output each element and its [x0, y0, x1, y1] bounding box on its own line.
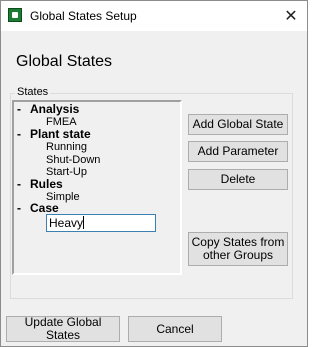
- title-bar: Global States Setup ✕: [1, 1, 307, 31]
- copy-states-label-line2: other Groups: [202, 248, 274, 262]
- tree-item-running[interactable]: Running: [46, 141, 87, 154]
- states-group-label: States: [15, 86, 51, 98]
- tree-category-analysis[interactable]: Analysis: [30, 103, 79, 116]
- collapse-icon[interactable]: -: [17, 128, 21, 141]
- page-title: Global States: [16, 53, 113, 70]
- add-global-state-button[interactable]: Add Global State: [188, 114, 288, 135]
- tree-category-plant-state[interactable]: Plant state: [30, 128, 91, 141]
- collapse-icon[interactable]: -: [17, 178, 21, 191]
- cancel-button[interactable]: Cancel: [128, 316, 222, 342]
- update-global-states-button[interactable]: Update Global States: [6, 316, 120, 342]
- app-logo-icon: [8, 8, 22, 22]
- collapse-icon[interactable]: -: [17, 103, 21, 116]
- close-icon[interactable]: ✕: [275, 1, 307, 31]
- window-title: Global States Setup: [30, 9, 137, 23]
- delete-button[interactable]: Delete: [188, 169, 288, 190]
- collapse-icon[interactable]: -: [17, 202, 21, 215]
- state-name-edit-value: Heavy: [49, 216, 84, 230]
- copy-states-button[interactable]: Copy States from other Groups: [188, 232, 288, 266]
- states-tree[interactable]: - Analysis FMEA - Plant state Running Sh…: [12, 100, 182, 275]
- state-name-edit-field[interactable]: Heavy: [46, 214, 156, 232]
- text-caret: [83, 216, 85, 229]
- tree-category-rules[interactable]: Rules: [30, 178, 63, 191]
- add-parameter-button[interactable]: Add Parameter: [188, 141, 288, 162]
- global-states-setup-dialog: Global States Setup ✕ Global States Stat…: [0, 0, 308, 347]
